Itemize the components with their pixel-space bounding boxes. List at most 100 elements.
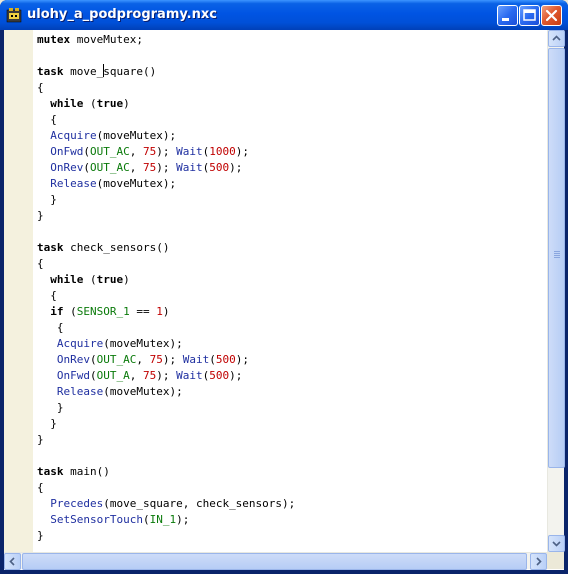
code-token-fn: Acquire	[50, 129, 97, 142]
code-token: }	[37, 529, 44, 542]
code-token-kw: true	[96, 273, 124, 286]
vertical-scrollbar[interactable]	[547, 30, 565, 552]
scroll-left-button[interactable]	[4, 553, 21, 570]
code-token: ,	[136, 353, 150, 366]
close-button[interactable]	[541, 5, 562, 26]
window-title: ulohy_a_podprogramy.nxc	[27, 7, 217, 22]
code-token-const: SENSOR_1	[76, 305, 130, 318]
code-token-const: OUT_AC	[96, 353, 137, 366]
code-line[interactable]: {	[37, 256, 547, 272]
code-token-fn: SetSensorTouch	[50, 513, 143, 526]
bricx-app-icon[interactable]	[6, 7, 22, 23]
code-line[interactable]: }	[37, 400, 547, 416]
code-token-const: IN_1	[149, 513, 177, 526]
code-token: (moveMutex);	[103, 385, 183, 398]
code-line[interactable]: while (true)	[37, 272, 547, 288]
code-line[interactable]: OnRev(OUT_AC, 75); Wait(500);	[37, 352, 547, 368]
code-line[interactable]: }	[37, 192, 547, 208]
thumb-grip	[554, 255, 560, 256]
close-icon	[545, 9, 558, 22]
code-token-fn: Wait	[176, 161, 203, 174]
code-editor[interactable]: mutex moveMutex; task move_square(){ whil…	[37, 32, 547, 550]
code-line[interactable]: }	[37, 432, 547, 448]
code-token: square()	[103, 65, 157, 78]
code-line[interactable]: Acquire(moveMutex);	[37, 128, 547, 144]
code-token-num: 500	[215, 353, 236, 366]
thumb-grip	[554, 251, 560, 252]
code-line[interactable]: Release(moveMutex);	[37, 384, 547, 400]
code-line[interactable]: }	[37, 208, 547, 224]
code-token-fn: OnRev	[50, 161, 84, 174]
code-line[interactable]: Acquire(moveMutex);	[37, 336, 547, 352]
code-line[interactable]	[37, 224, 547, 240]
code-token-fn: OnFwd	[56, 369, 90, 382]
code-line[interactable]: mutex moveMutex;	[37, 32, 547, 48]
code-token: (	[83, 161, 90, 174]
code-token: )	[162, 305, 170, 318]
maximize-button[interactable]	[519, 5, 540, 26]
vertical-scroll-thumb[interactable]	[548, 48, 565, 468]
code-line[interactable]: OnFwd(OUT_AC, 75); Wait(1000);	[37, 144, 547, 160]
code-token-num: 500	[209, 161, 230, 174]
code-line[interactable]: {	[37, 288, 547, 304]
code-line[interactable]: task main()	[37, 464, 547, 480]
code-line[interactable]: OnFwd(OUT_A, 75); Wait(500);	[37, 368, 547, 384]
code-token: main()	[63, 465, 110, 478]
code-line[interactable]: {	[37, 80, 547, 96]
code-token: ,	[129, 145, 143, 158]
code-token-fn: Wait	[176, 145, 203, 158]
code-line[interactable]: task check_sensors()	[37, 240, 547, 256]
code-line[interactable]	[37, 48, 547, 64]
scroll-down-button[interactable]	[548, 535, 565, 552]
editor-client-area: mutex moveMutex; task move_square(){ whil…	[4, 30, 565, 570]
code-line[interactable]: while (true)	[37, 96, 547, 112]
code-token-kw: while	[50, 97, 84, 110]
code-token-kw: mutex	[37, 33, 71, 46]
editor-gutter[interactable]	[4, 30, 33, 552]
code-token: moveMutex;	[70, 33, 143, 46]
horizontal-scroll-thumb[interactable]	[22, 553, 527, 570]
scroll-right-button[interactable]	[530, 553, 547, 570]
code-line[interactable]: Release(moveMutex);	[37, 176, 547, 192]
code-line[interactable]: task move_square()	[37, 64, 547, 80]
code-token: );	[156, 369, 177, 382]
code-token-fn: Wait	[182, 353, 210, 366]
code-line[interactable]: }	[37, 528, 547, 544]
code-token: {	[37, 289, 57, 302]
minimize-button[interactable]	[497, 5, 518, 26]
code-token-fn: Release	[56, 385, 104, 398]
code-line[interactable]: if (SENSOR_1 == 1)	[37, 304, 547, 320]
arrow-left-icon	[9, 557, 15, 566]
code-token-num: 75	[143, 369, 157, 382]
code-line[interactable]: {	[37, 112, 547, 128]
code-line[interactable]	[37, 448, 547, 464]
horizontal-scrollbar[interactable]	[4, 552, 547, 570]
code-line[interactable]: }	[37, 416, 547, 432]
code-token-num: 1	[156, 305, 163, 318]
code-token: );	[162, 353, 183, 366]
code-token: {	[37, 81, 44, 94]
code-line[interactable]: Precedes(move_square, check_sensors);	[37, 496, 547, 512]
code-line[interactable]: {	[37, 320, 547, 336]
code-token: check_sensors()	[63, 241, 170, 254]
code-line[interactable]: {	[37, 480, 547, 496]
minimize-icon	[502, 18, 509, 21]
code-token-fn: OnRev	[56, 353, 90, 366]
code-line[interactable]: SetSensorTouch(IN_1);	[37, 512, 547, 528]
code-token-fn: OnFwd	[50, 145, 84, 158]
code-line[interactable]: OnRev(OUT_AC, 75); Wait(500);	[37, 160, 547, 176]
scroll-up-button[interactable]	[548, 30, 565, 47]
code-token: (move_square, check_sensors);	[103, 497, 296, 510]
code-token: {	[37, 257, 44, 270]
code-token: move_	[63, 65, 104, 78]
title-bar[interactable]: ulohy_a_podprogramy.nxc	[0, 0, 568, 30]
